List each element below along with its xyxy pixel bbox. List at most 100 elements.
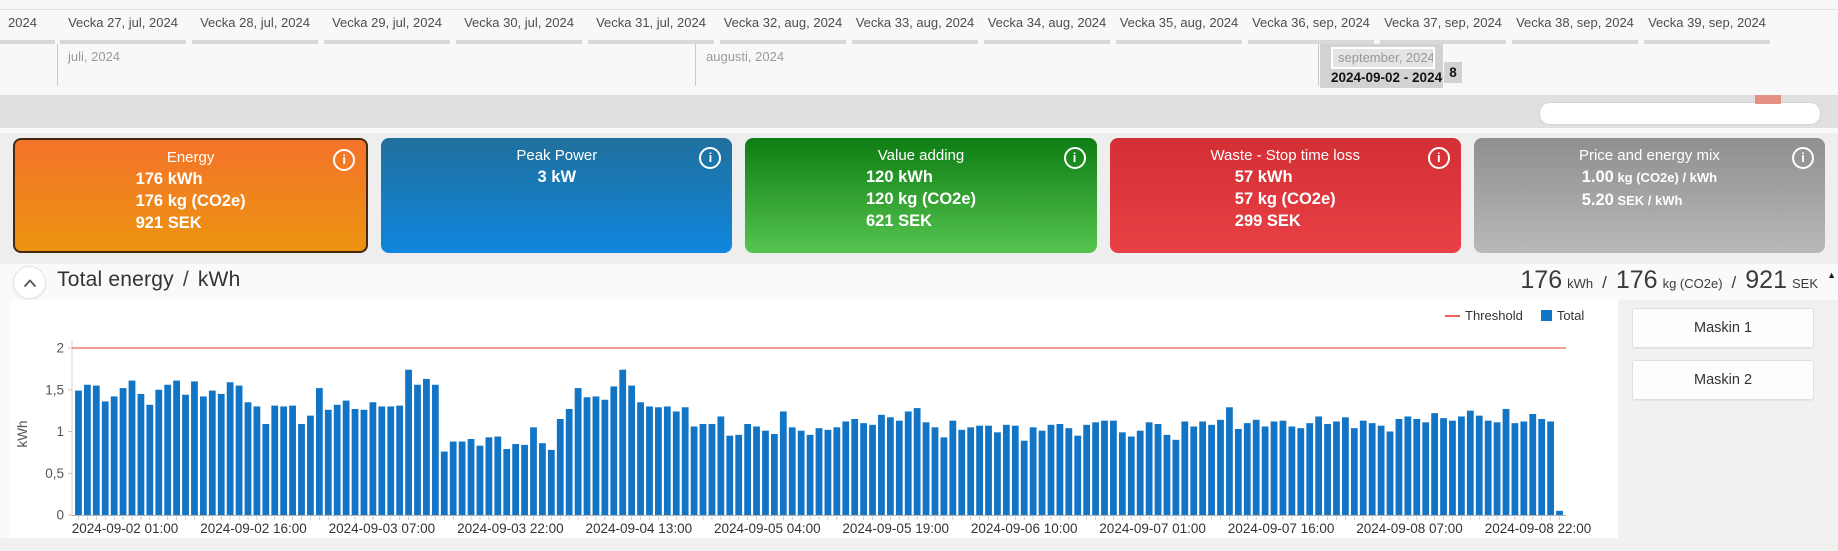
bar[interactable]: [1529, 414, 1536, 515]
bar[interactable]: [1199, 421, 1206, 515]
bar[interactable]: [1280, 421, 1287, 515]
bar[interactable]: [289, 406, 296, 515]
bar[interactable]: [485, 437, 492, 515]
bar[interactable]: [878, 415, 885, 515]
bar[interactable]: [914, 408, 921, 515]
bar[interactable]: [1074, 436, 1081, 515]
timeline-week-cell[interactable]: Vecka 31, jul, 2024: [585, 10, 717, 44]
bar[interactable]: [1012, 426, 1019, 515]
bar[interactable]: [842, 421, 849, 515]
timeline-selection[interactable]: september, 2024 2024-09-02 - 2024-09: [1320, 44, 1443, 88]
bar[interactable]: [1288, 426, 1295, 515]
bar[interactable]: [851, 419, 858, 515]
bar[interactable]: [1083, 425, 1090, 515]
kpi-card-energy[interactable]: Energy176 kWh176 kg (CO2e)921 SEKi: [13, 138, 368, 253]
bar[interactable]: [1244, 423, 1251, 515]
timeline-week-cell[interactable]: Vecka 39, sep, 2024: [1641, 10, 1773, 44]
bar[interactable]: [664, 406, 671, 515]
bar[interactable]: [1333, 421, 1340, 515]
bar[interactable]: [1431, 413, 1438, 515]
bar[interactable]: [1369, 423, 1376, 515]
legend-item-total[interactable]: Total: [1541, 308, 1584, 323]
bar[interactable]: [655, 407, 662, 515]
bar[interactable]: [503, 449, 510, 515]
bar[interactable]: [1297, 428, 1304, 515]
bar[interactable]: [396, 406, 403, 515]
timeline-week-cell[interactable]: Vecka 33, aug, 2024: [849, 10, 981, 44]
bar[interactable]: [1110, 421, 1117, 515]
bar[interactable]: [619, 370, 626, 515]
bar[interactable]: [75, 391, 82, 515]
scroll-up-arrow-icon[interactable]: ▲: [1827, 270, 1836, 280]
bar[interactable]: [1520, 421, 1527, 515]
bar[interactable]: [164, 385, 171, 515]
bar[interactable]: [298, 424, 305, 515]
bar[interactable]: [967, 427, 974, 515]
bar[interactable]: [361, 410, 368, 515]
bar[interactable]: [1494, 422, 1501, 515]
collapse-section-button[interactable]: [13, 266, 46, 299]
timeline-week-cell[interactable]: Vecka 29, jul, 2024: [321, 10, 453, 44]
bar[interactable]: [138, 394, 145, 515]
bar[interactable]: [1208, 425, 1215, 515]
bar[interactable]: [1217, 420, 1224, 515]
bar[interactable]: [1146, 422, 1153, 515]
bar[interactable]: [976, 426, 983, 515]
info-icon[interactable]: i: [1428, 147, 1450, 169]
bar[interactable]: [985, 426, 992, 515]
bar[interactable]: [1396, 419, 1403, 515]
bar[interactable]: [1173, 440, 1180, 515]
bar[interactable]: [111, 396, 118, 515]
bar[interactable]: [1440, 418, 1447, 515]
bar[interactable]: [414, 385, 421, 515]
bar[interactable]: [405, 370, 412, 515]
bar[interactable]: [593, 396, 600, 515]
bar[interactable]: [628, 386, 635, 515]
timeline-week-cell[interactable]: Vecka 28, jul, 2024: [189, 10, 321, 44]
kpi-card-peak-power[interactable]: Peak Power3 kWi: [381, 138, 732, 253]
bar[interactable]: [682, 407, 689, 515]
bar[interactable]: [575, 388, 582, 515]
bar[interactable]: [182, 395, 189, 515]
bar[interactable]: [1164, 435, 1171, 515]
bar[interactable]: [1048, 425, 1055, 515]
timeline-week-cell[interactable]: Vecka 30, jul, 2024: [453, 10, 585, 44]
bar[interactable]: [316, 388, 323, 515]
bar[interactable]: [1039, 431, 1046, 515]
bar[interactable]: [860, 423, 867, 515]
bar[interactable]: [1324, 424, 1331, 515]
bar[interactable]: [780, 411, 787, 515]
bar[interactable]: [102, 401, 109, 515]
bar[interactable]: [378, 406, 385, 515]
bar[interactable]: [1449, 421, 1456, 515]
bar[interactable]: [1342, 417, 1349, 515]
bar[interactable]: [1262, 426, 1269, 515]
bar[interactable]: [84, 385, 91, 515]
bar[interactable]: [262, 424, 269, 515]
kpi-card-price-and-energy-mix[interactable]: Price and energy mix1.00 kg (CO2e) / kWh…: [1474, 138, 1825, 253]
timeline-week-cell[interactable]: Vecka 35, aug, 2024: [1113, 10, 1245, 44]
bar[interactable]: [896, 421, 903, 515]
bar[interactable]: [709, 424, 716, 515]
timeline-week-cell[interactable]: Vecka 37, sep, 2024: [1377, 10, 1509, 44]
bar[interactable]: [1538, 419, 1545, 515]
bar[interactable]: [334, 405, 341, 515]
machine-button-2[interactable]: Maskin 2: [1632, 360, 1814, 400]
bar[interactable]: [254, 406, 261, 515]
bar[interactable]: [1271, 421, 1278, 515]
bar[interactable]: [1404, 416, 1411, 515]
bar[interactable]: [307, 416, 314, 515]
bar[interactable]: [1003, 425, 1010, 515]
bar[interactable]: [1458, 416, 1465, 515]
bar[interactable]: [1547, 421, 1554, 515]
bar[interactable]: [548, 450, 555, 515]
machine-button-1[interactable]: Maskin 1: [1632, 308, 1814, 348]
timeline-range-track[interactable]: [0, 95, 1838, 128]
bar[interactable]: [762, 431, 769, 515]
bar[interactable]: [932, 427, 939, 515]
bar[interactable]: [1226, 407, 1233, 515]
bar[interactable]: [1155, 424, 1162, 515]
bar[interactable]: [155, 390, 162, 515]
bar[interactable]: [227, 382, 234, 515]
timeline-week-cell[interactable]: Vecka 27, jul, 2024: [57, 10, 189, 44]
